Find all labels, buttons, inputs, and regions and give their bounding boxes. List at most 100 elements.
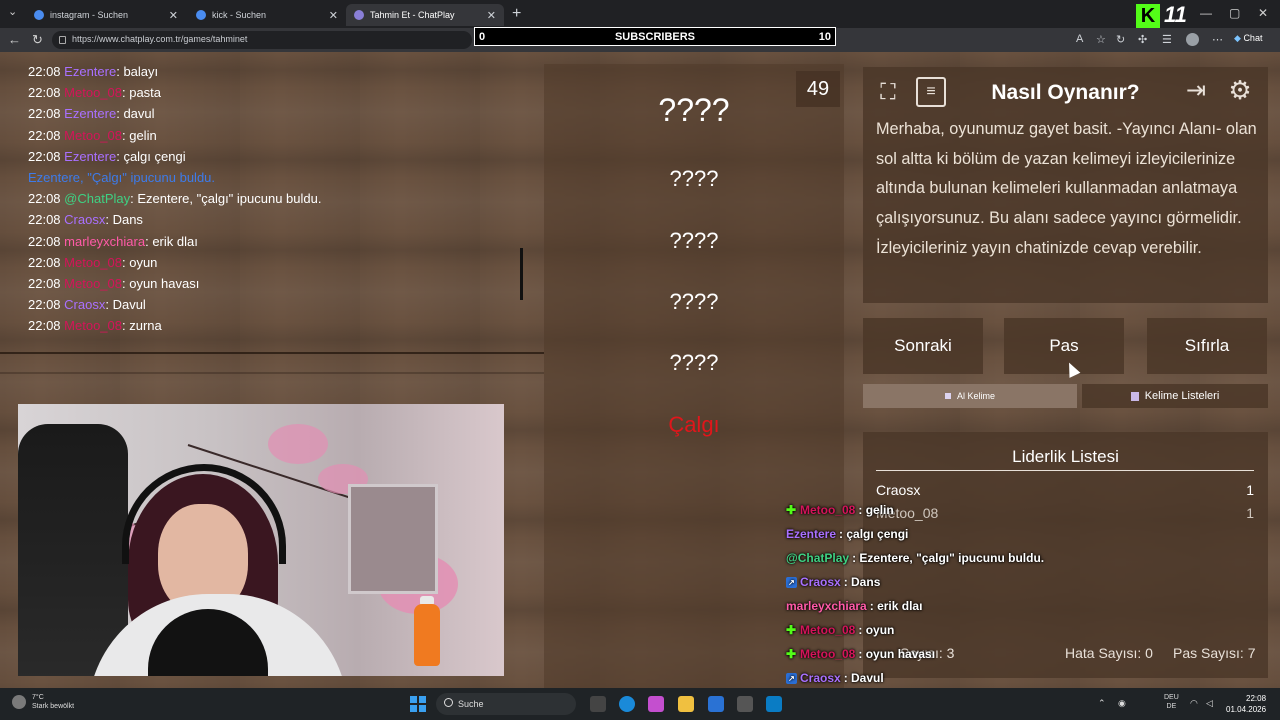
mail-icon[interactable] — [737, 696, 753, 712]
chat-time: 22:08 — [28, 191, 61, 207]
chat-button-label: Chat — [1243, 33, 1263, 43]
wifi-icon[interactable]: ◠ — [1190, 698, 1198, 709]
weather-temp: 7°C — [32, 694, 44, 701]
edge-icon[interactable] — [619, 696, 635, 712]
profile-avatar[interactable] — [1186, 33, 1199, 46]
overlay-text: : Davul — [843, 671, 884, 685]
gear-icon[interactable]: ⚙ — [1225, 75, 1255, 105]
chat-username[interactable]: Ezentere, "Çalgı" ipucunu buldu. — [28, 170, 215, 185]
search-favicon-icon — [34, 10, 44, 20]
tray-app-icon[interactable]: ◉ — [1118, 698, 1126, 709]
plank-divider — [0, 372, 544, 374]
overlay-username: Metoo_08 — [800, 647, 856, 661]
overlay-username: @ChatPlay — [786, 551, 850, 565]
overlay-chat-message: @ChatPlay: Ezentere, "çalgı" ipucunu bul… — [786, 548, 1044, 568]
volume-icon[interactable]: ◁ — [1206, 698, 1213, 709]
chat-username[interactable]: Ezentere — [64, 106, 116, 121]
chat-message: 22:08 Metoo_08: oyun havası — [28, 276, 522, 297]
read-aloud-icon[interactable]: A — [1076, 33, 1083, 45]
windows-start-icon[interactable] — [410, 696, 426, 712]
search-icon — [444, 698, 453, 707]
overlay-text: : çalgı çengi — [839, 527, 909, 541]
logout-icon[interactable]: ⇥ — [1181, 75, 1211, 105]
chat-message: 22:08 marleyxchiara: erik dlaı — [28, 234, 522, 255]
app-icon[interactable] — [766, 696, 782, 712]
tab-kick[interactable]: kick - Suchen ✕ — [188, 4, 346, 26]
copilot-app-icon[interactable] — [648, 696, 664, 712]
store-icon[interactable] — [708, 696, 724, 712]
chat-text: : Davul — [105, 297, 146, 313]
list-icon — [1130, 391, 1139, 401]
overlay-chat-message: Ezentere: çalgı çengi — [786, 524, 908, 544]
chat-time: 22:08 — [28, 64, 61, 79]
back-icon[interactable]: ← — [8, 32, 21, 47]
word-lists-label: Kelime Listeleri — [1144, 390, 1220, 402]
favorite-star-icon[interactable]: ☆ — [1096, 33, 1106, 46]
maximize-icon[interactable]: ▢ — [1229, 6, 1240, 20]
favorites-icon[interactable]: ☰ — [1162, 33, 1172, 46]
chat-username[interactable]: Metoo_08 — [64, 128, 122, 143]
system-clock[interactable]: 22:08 01.04.2026 — [1226, 693, 1266, 715]
chat-username[interactable]: Ezentere — [64, 149, 116, 164]
chat-text: : gelin — [122, 127, 157, 143]
chat-username[interactable]: Metoo_08 — [64, 276, 122, 291]
chat-username[interactable]: Craosx — [64, 297, 105, 312]
word-lists-button[interactable]: Kelime Listeleri — [1082, 384, 1268, 408]
task-view-icon[interactable] — [590, 696, 606, 712]
reset-button[interactable]: Sıfırla — [1147, 318, 1267, 374]
chat-text: : davul — [116, 106, 155, 122]
get-word-button[interactable]: Al Kelime — [863, 384, 1077, 408]
leader-name: Craosx — [876, 482, 921, 498]
url-input[interactable]: https://www.chatplay.com.tr/games/tahmin… — [52, 31, 472, 49]
chat-time: 22:08 — [28, 85, 61, 101]
chat-username[interactable]: Craosx — [64, 212, 105, 227]
overlay-username: Ezentere — [786, 527, 837, 541]
hint-word: ???? — [669, 350, 719, 375]
refresh-icon[interactable]: ↻ — [1116, 33, 1125, 46]
chat-username[interactable]: marleyxchiara — [64, 234, 145, 249]
close-tab-icon[interactable]: ✕ — [487, 9, 496, 22]
chat-username[interactable]: Ezentere — [64, 64, 116, 79]
subscriber-badge-icon: ↗ — [786, 576, 797, 588]
subscribers-bar: 0 SUBSCRIBERS 10 — [474, 27, 836, 46]
chat-scrollbar[interactable] — [520, 248, 523, 300]
tab-menu-icon[interactable]: ⌄ — [8, 5, 17, 18]
taskbar-search[interactable]: Suche — [436, 693, 576, 715]
extensions-icon[interactable]: ✣ — [1138, 33, 1147, 46]
chat-text: : çalgı çengi — [116, 148, 186, 164]
chat-time: 22:08 — [28, 275, 61, 291]
reload-icon[interactable]: ↻ — [32, 32, 43, 48]
overlay-text: : Dans — [843, 575, 881, 589]
close-tab-icon[interactable]: ✕ — [169, 9, 178, 22]
next-button[interactable]: Sonraki — [863, 318, 983, 374]
chat-text: : balayı — [116, 64, 159, 79]
copilot-chat-button[interactable]: ◆ Chat — [1234, 33, 1262, 44]
language-indicator[interactable]: DEU DE — [1164, 693, 1179, 711]
search-favicon-icon — [196, 10, 206, 20]
wall-frame — [348, 484, 438, 594]
subscribers-label: SUBSCRIBERS — [614, 31, 696, 43]
chat-username[interactable]: Metoo_08 — [64, 85, 122, 100]
chat-message: 22:08 Ezentere: balayı — [28, 64, 522, 85]
tab-instagram[interactable]: instagram - Suchen ✕ — [26, 4, 186, 26]
overlay-username: Metoo_08 — [800, 503, 856, 517]
new-tab-icon[interactable]: + — [512, 5, 521, 23]
overlay-username: marleyxchiara — [786, 599, 867, 613]
close-window-icon[interactable]: ✕ — [1258, 6, 1268, 20]
leaderboard-divider — [876, 470, 1254, 471]
search-placeholder: Suche — [458, 699, 484, 709]
chat-time: 22:08 — [28, 212, 61, 228]
chat-username[interactable]: Metoo_08 — [64, 318, 122, 333]
chat-username[interactable]: Metoo_08 — [64, 255, 122, 270]
lang-code: DEU — [1164, 694, 1179, 701]
tray-chevron-icon[interactable]: ⌃ — [1098, 698, 1106, 709]
file-explorer-icon[interactable] — [678, 696, 694, 712]
cloud-icon — [12, 695, 26, 709]
close-tab-icon[interactable]: ✕ — [329, 9, 338, 22]
tab-label: Tahmin Et - ChatPlay — [370, 10, 455, 20]
tab-chatplay[interactable]: Tahmin Et - ChatPlay ✕ — [346, 4, 504, 26]
moderator-badge-icon: ✚ — [786, 646, 797, 661]
chat-username[interactable]: @ChatPlay — [64, 191, 130, 206]
more-menu-icon[interactable]: ⋯ — [1212, 33, 1223, 46]
minimize-icon[interactable]: — — [1200, 6, 1212, 20]
